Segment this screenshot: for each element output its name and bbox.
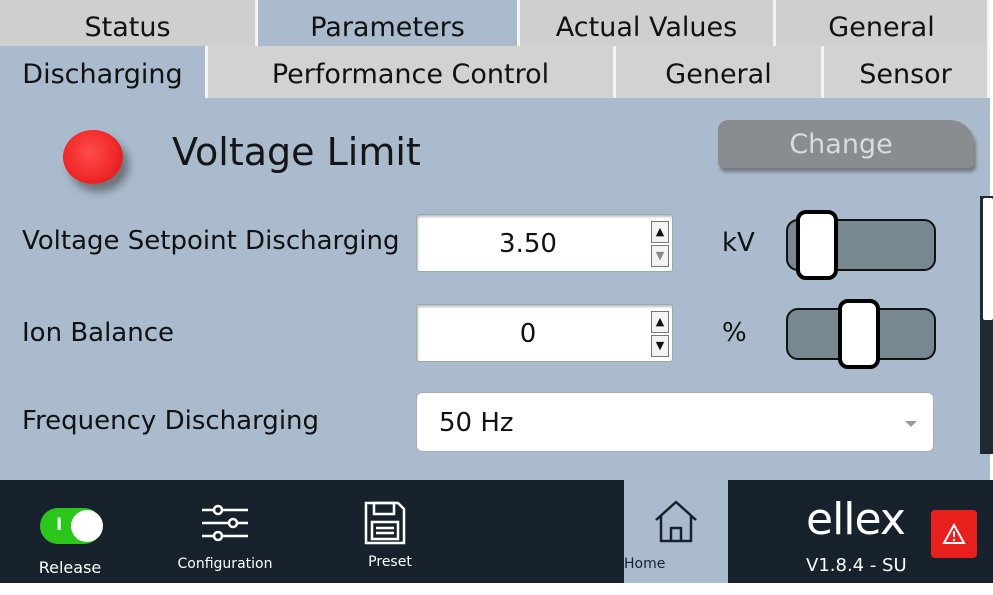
main-tab-bar: Status Parameters Actual Values General xyxy=(0,0,990,46)
voltage-slider-thumb[interactable] xyxy=(796,210,838,280)
alarm-button[interactable] xyxy=(931,510,977,558)
subtab-performance-control-label: Performance Control xyxy=(271,58,550,90)
tab-actual-values-label: Actual Values xyxy=(555,11,738,43)
toggle-on-mark: I xyxy=(56,515,63,535)
configuration-label: Configuration xyxy=(177,556,273,572)
tab-parameters[interactable]: Parameters xyxy=(258,0,520,46)
ion-balance-slider[interactable] xyxy=(786,299,936,369)
version-text: V1.8.4 - SU xyxy=(806,555,907,576)
subtab-sensor[interactable]: Sensor xyxy=(824,46,990,98)
release-label: Release xyxy=(38,558,102,577)
configuration-button[interactable]: Configuration xyxy=(170,480,280,583)
subtab-general-label: General xyxy=(665,58,772,90)
frequency-label: Frequency Discharging xyxy=(22,406,320,436)
ion-balance-label: Ion Balance xyxy=(22,318,175,348)
scrollbar-thumb[interactable] xyxy=(983,198,993,320)
subtab-performance-control[interactable]: Performance Control xyxy=(208,46,616,98)
voltage-setpoint-input[interactable]: 3.50 ▲ ▼ xyxy=(416,214,673,272)
home-button[interactable]: Home xyxy=(624,480,728,583)
voltage-slider[interactable] xyxy=(786,210,936,280)
change-button[interactable]: Change xyxy=(718,120,974,168)
tab-actual-values[interactable]: Actual Values xyxy=(520,0,776,46)
subtab-discharging[interactable]: Discharging xyxy=(0,46,208,98)
ion-balance-increment-icon[interactable]: ▲ xyxy=(651,311,669,333)
subtab-general[interactable]: General xyxy=(616,46,824,98)
sliders-icon xyxy=(202,504,248,542)
status-led-icon xyxy=(63,130,123,184)
preset-label: Preset xyxy=(368,554,412,570)
subtab-discharging-label: Discharging xyxy=(22,58,183,90)
frequency-select[interactable]: 50 Hz xyxy=(416,392,934,452)
ion-balance-slider-thumb[interactable] xyxy=(838,299,880,369)
ion-balance-input[interactable]: 0 ▲ ▼ xyxy=(416,304,673,362)
preset-button[interactable]: Preset xyxy=(350,480,430,583)
sub-tab-bar: Discharging Performance Control General … xyxy=(0,46,990,98)
home-icon xyxy=(655,500,697,543)
home-label: Home xyxy=(624,556,666,572)
ion-balance-unit: % xyxy=(722,318,747,348)
release-control[interactable]: I Release xyxy=(20,480,120,583)
toggle-knob xyxy=(71,510,103,542)
frequency-selected-value: 50 Hz xyxy=(439,408,514,438)
change-button-label: Change xyxy=(789,128,893,160)
tab-parameters-label: Parameters xyxy=(310,11,465,43)
subtab-sensor-label: Sensor xyxy=(859,58,952,90)
section-title: Voltage Limit xyxy=(172,130,421,174)
voltage-increment-icon[interactable]: ▲ xyxy=(651,221,669,243)
save-disk-icon xyxy=(364,501,406,545)
tab-status[interactable]: Status xyxy=(0,0,258,46)
bottom-strip xyxy=(0,583,993,595)
warning-triangle-icon xyxy=(942,523,966,544)
tab-general-label: General xyxy=(828,11,935,43)
ion-balance-decrement-icon[interactable]: ▼ xyxy=(651,335,669,357)
voltage-decrement-icon[interactable]: ▼ xyxy=(651,245,669,267)
voltage-setpoint-label: Voltage Setpoint Discharging xyxy=(22,226,400,256)
chevron-down-icon xyxy=(905,421,917,427)
voltage-unit: kV xyxy=(722,228,755,258)
tab-status-label: Status xyxy=(84,11,171,43)
voltage-setpoint-value: 3.50 xyxy=(499,229,557,259)
release-toggle[interactable]: I xyxy=(40,508,103,544)
ion-balance-value: 0 xyxy=(519,319,537,349)
tab-general[interactable]: General xyxy=(776,0,990,46)
brand-logo: ellex xyxy=(806,494,906,545)
